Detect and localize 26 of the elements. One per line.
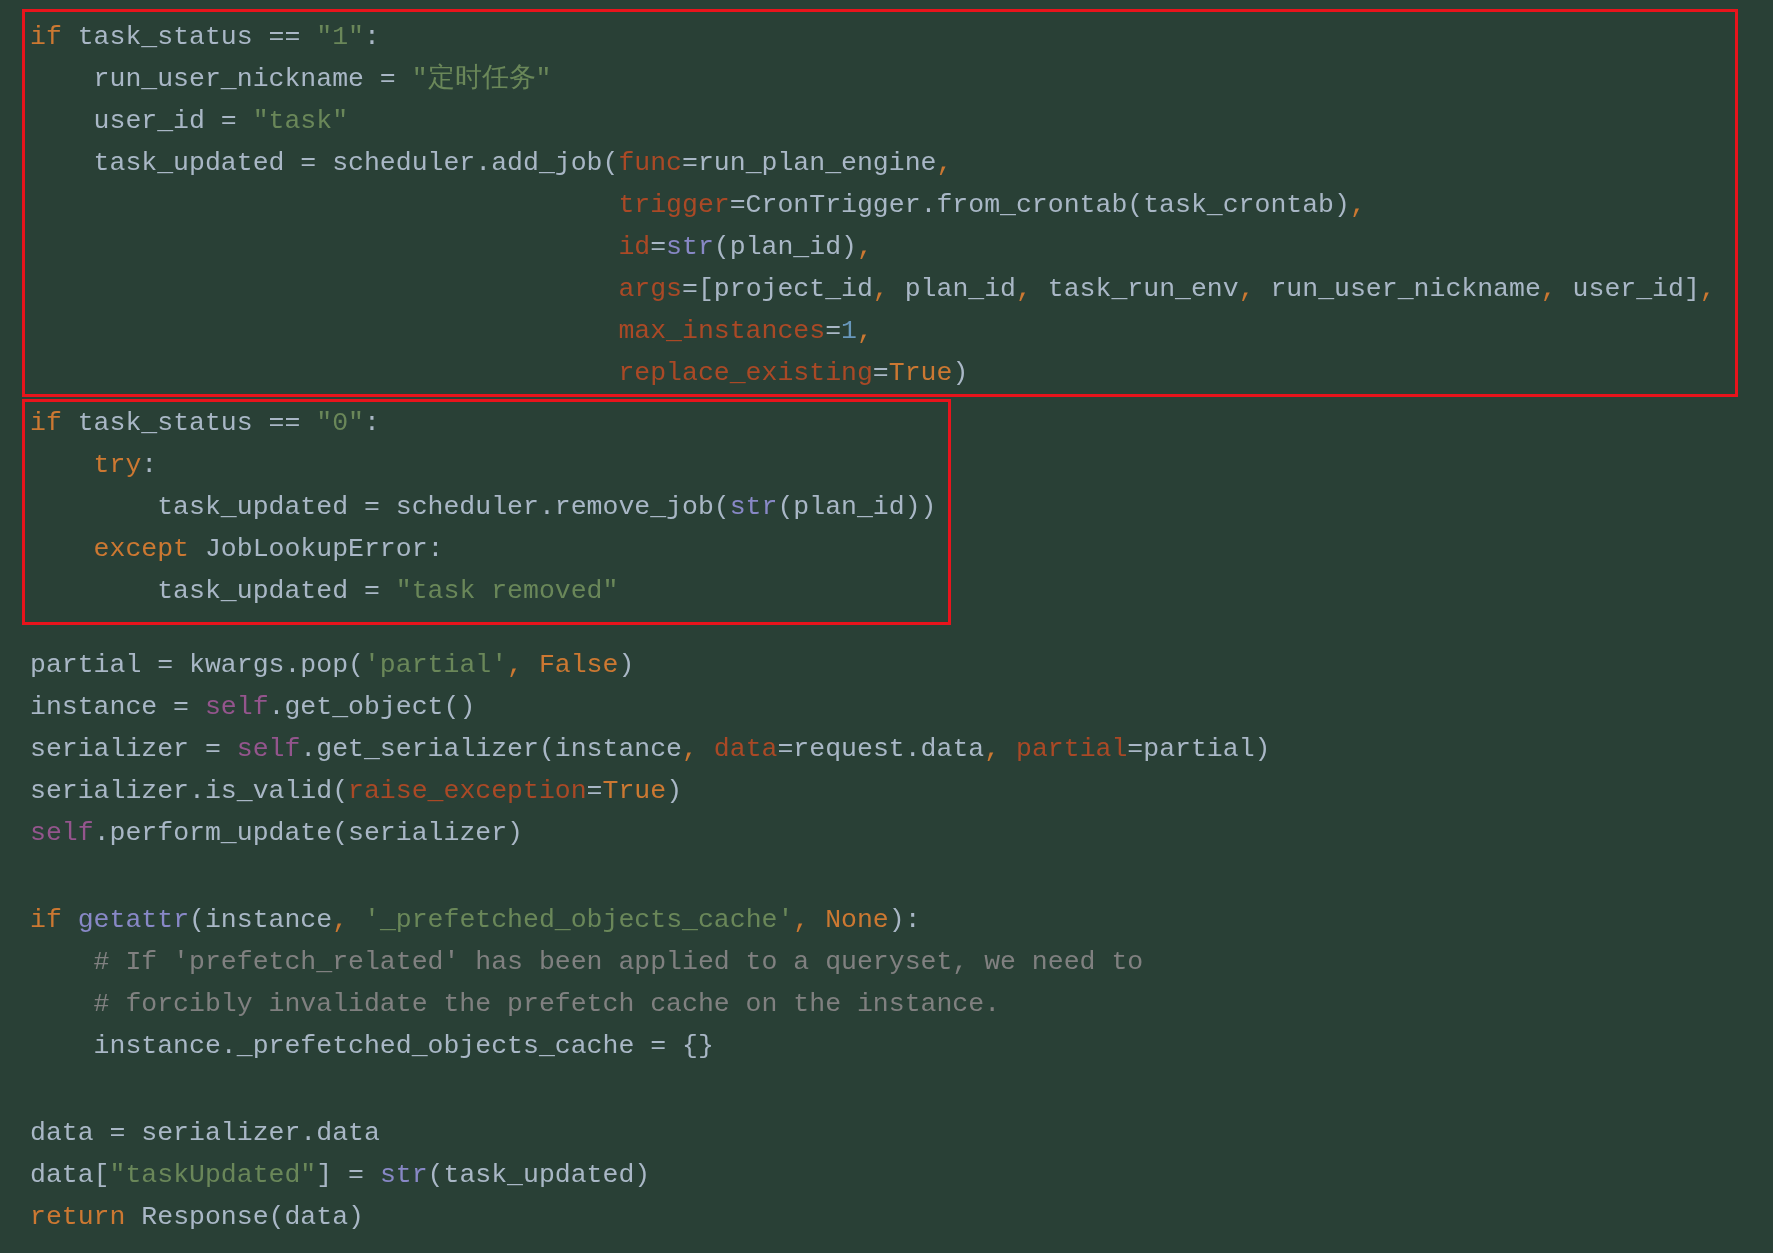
code-line: user_id = "task" [92,105,349,138]
code-line: return Response(data) [30,1201,364,1234]
code-line: # If 'prefetch_related' has been applied to a queryset, we need to [92,946,1144,979]
code-line: replace_existing=True) [617,357,969,390]
code-line: if task_status == "1": [30,21,380,54]
code-line: run_user_nickname = "定时任务" [92,62,552,96]
code-line: partial = kwargs.pop('partial', False) [30,649,635,682]
code-line: instance._prefetched_objects_cache = {} [92,1030,714,1063]
code-line: args=[project_id, plan_id, task_run_env, run_user_nickname, user_id], [617,273,1716,306]
code-line: task_updated = scheduler.add_job(func=run_plan_engine, [92,147,953,180]
code-line: data["taskUpdated"] = str(task_updated) [30,1159,651,1192]
code-line: serializer = self.get_serializer(instance, data=request.data, partial=partial) [30,733,1271,766]
code-line: task_updated = "task removed" [156,575,619,608]
code-line: # forcibly invalidate the prefetch cache on the instance. [92,988,1001,1021]
code-line: task_updated = scheduler.remove_job(str(plan_id)) [156,491,937,524]
code-line: if getattr(instance, '_prefetched_objects_cache', None): [30,904,921,937]
code-line: data = serializer.data [30,1117,380,1150]
code-line: try: [92,449,158,482]
code-line: max_instances=1, [617,315,873,348]
code-line: serializer.is_valid(raise_exception=True) [30,775,683,808]
code-line: self.perform_update(serializer) [30,817,523,850]
code-line: id=str(plan_id), [617,231,873,264]
code-line: instance = self.get_object() [30,691,476,724]
code-line: except JobLookupError: [92,533,444,566]
code-line: trigger=CronTrigger.from_crontab(task_crontab), [617,189,1366,222]
code-line: if task_status == "0": [30,407,380,440]
